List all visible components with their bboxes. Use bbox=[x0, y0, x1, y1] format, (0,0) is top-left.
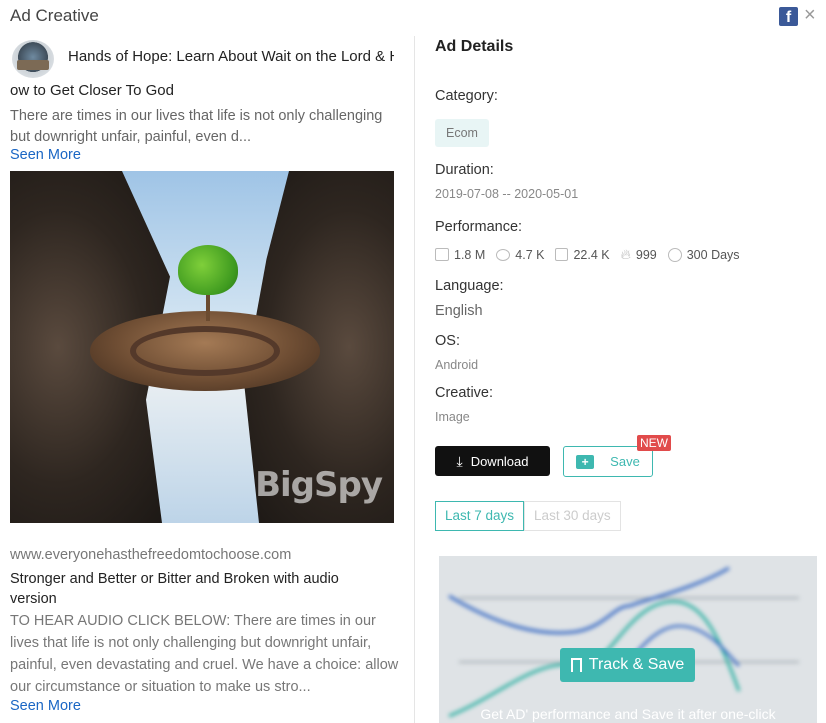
language-label: Language: bbox=[435, 278, 504, 294]
avatar bbox=[12, 40, 54, 78]
flame-icon: 🔥︎ bbox=[620, 246, 631, 262]
modal-title: Ad Creative bbox=[10, 6, 99, 25]
seen-more-link[interactable]: Seen More bbox=[10, 147, 81, 163]
category-tag: Ecom bbox=[435, 119, 489, 147]
os-label: OS: bbox=[435, 333, 460, 349]
duration-label: Duration: bbox=[435, 162, 494, 178]
seen-more-link-2[interactable]: Seen More bbox=[10, 698, 81, 714]
details-title: Ad Details bbox=[435, 38, 514, 55]
close-icon[interactable]: × bbox=[804, 4, 816, 27]
creative-value: Image bbox=[435, 410, 470, 424]
likes-value: 1.8 M bbox=[454, 247, 486, 262]
performance-row: 1.8 M 4.7 K 22.4 K 🔥︎ 999 300 Days bbox=[435, 246, 751, 263]
thumbs-up-icon bbox=[435, 248, 449, 261]
os-value: Android bbox=[435, 358, 479, 372]
tab-last-7-days[interactable]: Last 7 days bbox=[435, 501, 525, 531]
post-title-continued: ow to Get Closer To God bbox=[10, 82, 174, 99]
shares-value: 22.4 K bbox=[573, 247, 610, 262]
creative-label: Creative: bbox=[435, 385, 494, 401]
share-icon bbox=[555, 248, 569, 261]
twisted-roots-inner bbox=[130, 326, 280, 376]
link-domain: www.everyonehasthefreedomtochoose.com bbox=[10, 547, 292, 563]
column-divider bbox=[414, 36, 415, 723]
ad-preview: Hands of Hope: Learn About Wait on the L… bbox=[0, 36, 414, 723]
sapling-leaves bbox=[178, 245, 238, 295]
clock-icon bbox=[667, 247, 682, 262]
range-tabs: Last 7 days Last 30 days bbox=[435, 501, 621, 531]
download-button[interactable]: ⤓ Download bbox=[435, 446, 550, 476]
chart-caption: Get AD' performance and Save it after on… bbox=[480, 706, 776, 722]
series-line-blue bbox=[448, 566, 730, 635]
blurred-chart bbox=[448, 566, 799, 718]
category-label: Category: bbox=[435, 88, 498, 104]
image-watermark: BigSpy bbox=[255, 465, 383, 505]
likes-stat: 1.8 M bbox=[435, 248, 485, 262]
link-description: TO HEAR AUDIO CLICK BELOW: There are tim… bbox=[10, 613, 399, 695]
folder-plus-icon: + bbox=[576, 454, 595, 469]
facebook-icon: f bbox=[779, 7, 798, 26]
tab-last-30-days[interactable]: Last 30 days bbox=[524, 501, 621, 531]
hot-stat: 🔥︎ 999 bbox=[621, 246, 657, 263]
download-label: Download bbox=[470, 453, 529, 469]
shares-stat: 22.4 K bbox=[555, 247, 610, 262]
days-stat: 300 Days bbox=[667, 247, 740, 262]
comment-icon bbox=[496, 248, 511, 261]
ad-image[interactable]: BigSpy bbox=[10, 171, 394, 523]
comments-stat: 4.7 K bbox=[496, 248, 544, 262]
comments-value: 4.7 K bbox=[515, 247, 545, 262]
language-value: English bbox=[435, 303, 483, 319]
hot-value: 999 bbox=[635, 247, 657, 262]
performance-label: Performance: bbox=[435, 219, 523, 235]
post-body: There are times in our lives that life i… bbox=[10, 108, 383, 145]
track-save-label: Track & Save bbox=[588, 656, 685, 673]
post-title: Hands of Hope: Learn About Wait on the L… bbox=[68, 48, 394, 65]
ad-details-panel: Ad Details Category: Ecom Duration: 2019… bbox=[435, 36, 826, 723]
bookmark-icon bbox=[570, 658, 582, 672]
download-icon: ⤓ bbox=[456, 452, 463, 469]
days-value: 300 Days bbox=[686, 247, 740, 262]
chart-teaser: Track & Save Get AD' performance and Sav… bbox=[439, 556, 817, 723]
new-badge: NEW bbox=[637, 435, 671, 451]
link-headline: Stronger and Better or Bitter and Broken… bbox=[10, 571, 339, 607]
save-label: Save bbox=[610, 454, 640, 469]
duration-value: 2019-07-08 -- 2020-05-01 bbox=[435, 187, 579, 201]
track-save-button[interactable]: Track & Save bbox=[560, 648, 695, 682]
